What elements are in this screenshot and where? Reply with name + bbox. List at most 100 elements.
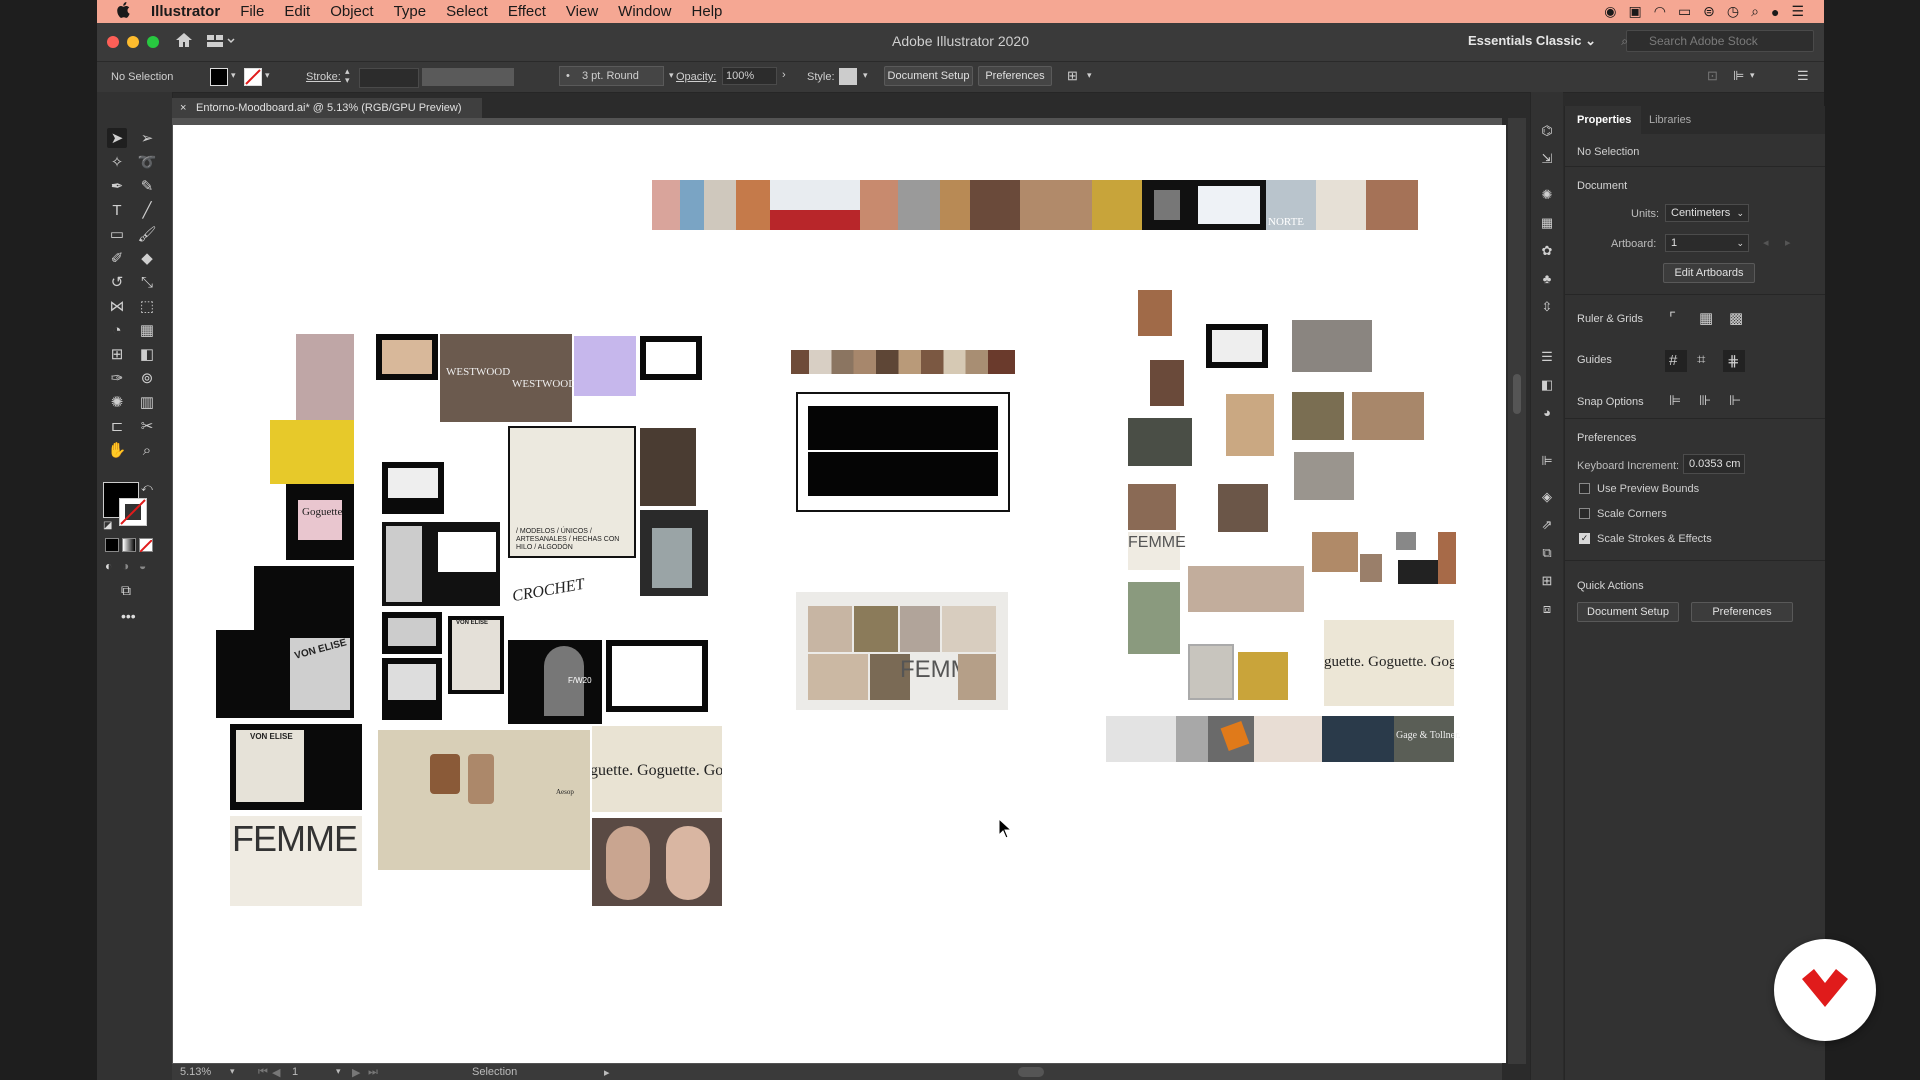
moodboard-image[interactable] — [1188, 566, 1304, 612]
moodboard-image[interactable] — [1438, 532, 1456, 584]
document-setup-button[interactable]: Document Setup — [884, 66, 973, 86]
line-segment-tool-icon[interactable]: ╱ — [137, 200, 157, 220]
chevron-down-icon[interactable]: ▾ — [231, 70, 236, 81]
align-panel-icon[interactable]: ⊫ — [1538, 454, 1556, 468]
none-mode-icon[interactable] — [139, 538, 153, 553]
chevron-down-icon[interactable]: ▾ — [669, 70, 674, 81]
moodboard-image[interactable] — [640, 428, 696, 506]
moodboard-image[interactable] — [1360, 554, 1382, 582]
moodboard-image[interactable] — [382, 462, 444, 514]
current-tool-status[interactable]: Selection — [472, 1066, 517, 1078]
previous-artboard-icon[interactable]: ◀ — [272, 1066, 280, 1079]
moodboard-image[interactable] — [382, 658, 442, 720]
chevron-down-icon[interactable]: ▾ — [230, 1066, 235, 1077]
moodboard-image[interactable] — [1138, 290, 1172, 336]
next-artboard-arrow-icon[interactable]: ▸ — [1785, 236, 1791, 249]
gradient-mode-icon[interactable] — [122, 538, 136, 552]
swap-fill-stroke-icon[interactable]: ⤺ — [141, 482, 153, 495]
menu-object[interactable]: Object — [320, 3, 383, 20]
website-mockup-black[interactable] — [796, 392, 1010, 512]
fill-swatch[interactable] — [210, 68, 228, 86]
menu-view[interactable]: View — [556, 3, 608, 20]
moodboard-image[interactable] — [296, 334, 354, 420]
zoom-tool-icon[interactable]: ⌕ — [137, 440, 157, 460]
smart-guides-icon[interactable]: ⋕ — [1723, 350, 1745, 372]
links-icon[interactable]: ⇗ — [1538, 518, 1556, 532]
previous-artboard-arrow-icon[interactable]: ◂ — [1763, 236, 1769, 249]
moodboard-image[interactable]: CROCHET — [510, 576, 586, 628]
free-transform-tool-icon[interactable]: ⬚ — [137, 296, 157, 316]
arrange-icon[interactable]: ⊞ — [1067, 68, 1078, 84]
screen-mode-icon[interactable]: ⧉ — [121, 582, 131, 599]
moodboard-image[interactable] — [1238, 652, 1288, 700]
grid-icon[interactable]: ▦ — [1699, 309, 1713, 327]
artboard-tool-icon[interactable]: ⊏ — [107, 416, 127, 436]
moodboard-image[interactable]: VON ELISE — [216, 630, 354, 718]
moodboard-image[interactable]: guette. Goguette. Gogue — [1324, 620, 1454, 706]
asset-export-icon[interactable]: ⇳ — [1538, 300, 1556, 314]
keyboard-increment-input[interactable]: 0.0353 cm — [1683, 454, 1745, 474]
hand-tool-icon[interactable]: ✋ — [107, 440, 127, 460]
scale-tool-icon[interactable]: ⤡ — [137, 272, 157, 292]
moodboard-image[interactable]: Goguette — [286, 484, 354, 560]
selection-tool-icon[interactable]: ➤ — [107, 128, 127, 148]
shape-builder-tool-icon[interactable]: ◔ — [107, 320, 127, 340]
ruler-icon[interactable]: ⌜ — [1669, 309, 1676, 327]
moodboard-image[interactable] — [606, 640, 708, 712]
chevron-down-icon[interactable]: ▾ — [336, 1066, 341, 1077]
moodboard-image[interactable] — [1128, 582, 1180, 654]
menu-edit[interactable]: Edit — [274, 3, 320, 20]
moodboard-image[interactable] — [574, 336, 636, 396]
chevron-down-icon[interactable]: ▾ — [1087, 70, 1092, 81]
color-mode-icon[interactable] — [105, 538, 119, 552]
website-mockup-femme[interactable]: FEMME — [796, 592, 1008, 710]
variable-width-profile[interactable] — [422, 68, 514, 86]
transparency-grid-icon[interactable]: ▩ — [1729, 309, 1743, 327]
moodboard-image[interactable] — [1312, 532, 1358, 572]
chevron-down-icon[interactable]: ▾ — [863, 70, 868, 81]
menu-select[interactable]: Select — [436, 3, 498, 20]
color-icon[interactable]: ✺ — [1538, 188, 1556, 202]
layers-icon[interactable]: ◈ — [1538, 490, 1556, 504]
moodboard-image[interactable] — [1128, 418, 1192, 466]
moodboard-image[interactable] — [376, 334, 438, 380]
moodboard-image[interactable]: WESTWOOD WESTWOOD — [440, 334, 576, 422]
tab-properties[interactable]: Properties — [1565, 106, 1641, 134]
lock-guides-icon[interactable]: ⌗ — [1697, 351, 1705, 368]
chevron-right-icon[interactable]: › — [782, 69, 786, 81]
column-graph-tool-icon[interactable]: ▥ — [137, 392, 157, 412]
menu-window[interactable]: Window — [608, 3, 681, 20]
direct-selection-tool-icon[interactable]: ➢ — [137, 128, 157, 148]
curvature-tool-icon[interactable]: ✎ — [137, 176, 157, 196]
moodboard-top-strip[interactable]: NORTE — [652, 180, 1438, 230]
moodboard-image[interactable] — [640, 510, 708, 596]
moodboard-image[interactable]: F/W20 — [508, 640, 602, 724]
workspace-switcher[interactable]: Essentials Classic ⌄ — [1468, 33, 1596, 49]
scrollbar-thumb[interactable] — [1513, 374, 1521, 414]
perspective-grid-tool-icon[interactable]: ▦ — [137, 320, 157, 340]
moodboard-image[interactable] — [1218, 484, 1268, 532]
moodboard-image[interactable] — [1128, 484, 1176, 530]
stroke-color-swatch[interactable] — [119, 498, 147, 526]
brushes-icon[interactable]: ✿ — [1538, 244, 1556, 258]
moodboard-image[interactable] — [1398, 560, 1438, 584]
align-icon[interactable]: ⊫ — [1733, 68, 1744, 84]
moodboard-image[interactable]: / MODELOS / ÚNICOS / ARTESANALES / HECHA… — [508, 426, 636, 558]
moodboard-image[interactable] — [1352, 392, 1424, 440]
rectangle-tool-icon[interactable]: ▭ — [107, 224, 127, 244]
type-tool-icon[interactable]: T — [107, 200, 127, 220]
menu-type[interactable]: Type — [384, 3, 437, 20]
moodboard-bottom-strip[interactable]: Gage & Tollner. — [1106, 716, 1460, 762]
pathfinder-icon[interactable]: ⊞ — [1538, 574, 1556, 588]
menu-file[interactable]: File — [230, 3, 274, 20]
moodboard-image[interactable] — [1292, 320, 1372, 372]
stroke-icon[interactable]: ☰ — [1538, 350, 1556, 364]
draw-behind-icon[interactable]: ◑ — [122, 559, 129, 573]
clock-icon[interactable]: ◷ — [1727, 3, 1739, 20]
symbol-sprayer-tool-icon[interactable]: ✺ — [107, 392, 127, 412]
control-center-icon[interactable]: ⊜ — [1703, 3, 1715, 20]
stroke-stepper[interactable]: ▴ ▾ — [345, 67, 350, 85]
width-tool-icon[interactable]: ⋈ — [107, 296, 127, 316]
eyedropper-tool-icon[interactable]: ✑ — [107, 368, 127, 388]
gradient-icon[interactable]: ◧ — [1538, 378, 1556, 392]
